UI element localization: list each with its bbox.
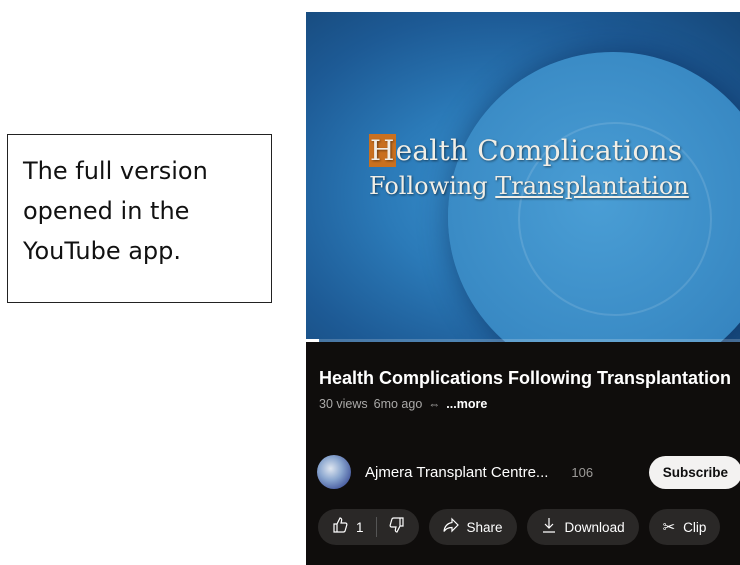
share-label: Share bbox=[466, 519, 503, 535]
youtube-app-screen: Health Complications Following Transplan… bbox=[306, 12, 740, 565]
upload-age: 6mo ago bbox=[373, 397, 423, 411]
share-button[interactable]: Share bbox=[428, 509, 517, 545]
download-label: Download bbox=[564, 519, 625, 535]
like-dislike-button-group: 1 bbox=[318, 509, 419, 545]
video-info[interactable]: Health Complications Following Transplan… bbox=[319, 368, 734, 411]
caption-line-2: opened in the bbox=[23, 197, 190, 225]
caption-line-1: The full version bbox=[23, 157, 208, 185]
download-button[interactable]: Download bbox=[526, 509, 639, 545]
caption-line-3: YouTube app. bbox=[23, 237, 182, 265]
share-arrow-icon bbox=[442, 517, 459, 537]
more-link[interactable]: ...more bbox=[446, 397, 487, 411]
clip-label: Clip bbox=[683, 519, 707, 535]
view-count: 30 views bbox=[319, 397, 368, 411]
video-player[interactable]: Health Complications Following Transplan… bbox=[306, 12, 740, 342]
channel-avatar[interactable] bbox=[317, 455, 351, 489]
video-stats[interactable]: 30 views 6mo ago ⇔ ...more bbox=[319, 397, 734, 411]
action-bar: 1 Share Download ✂ Clip bbox=[318, 509, 721, 545]
clip-button[interactable]: ✂ Clip bbox=[648, 509, 721, 545]
like-divider bbox=[375, 517, 377, 537]
subscribe-button[interactable]: Subscribe bbox=[648, 455, 740, 489]
subscriber-count: 106 bbox=[571, 464, 594, 480]
video-progress-fill bbox=[306, 339, 320, 342]
video-overlay-title-line2: Following Transplantation bbox=[369, 172, 689, 200]
video-title[interactable]: Health Complications Following Transplan… bbox=[319, 368, 734, 389]
video-overlay-title-line1: Health Complications bbox=[369, 134, 683, 167]
channel-row[interactable]: Ajmera Transplant Centre... 106 Subscrib… bbox=[317, 454, 740, 490]
download-icon bbox=[541, 517, 557, 537]
thumbs-up-icon[interactable] bbox=[332, 517, 348, 537]
caption-box: The full version opened in the YouTube a… bbox=[7, 134, 272, 303]
thumbs-down-icon[interactable] bbox=[389, 517, 405, 537]
scissors-icon: ✂ bbox=[662, 519, 676, 536]
video-progress-bar[interactable] bbox=[306, 339, 740, 342]
link-icon: ⇔ bbox=[428, 397, 441, 411]
channel-name[interactable]: Ajmera Transplant Centre... bbox=[365, 464, 548, 481]
like-count[interactable]: 1 bbox=[356, 520, 364, 535]
